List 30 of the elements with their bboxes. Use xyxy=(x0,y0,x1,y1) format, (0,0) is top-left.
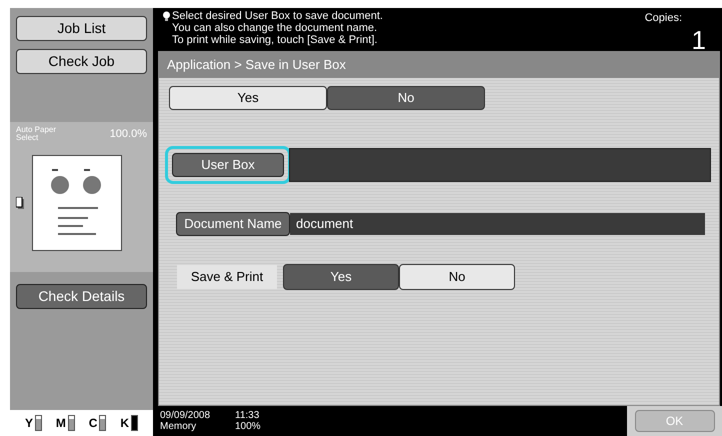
option-button[interactable]: Yes xyxy=(283,264,399,290)
option-button[interactable]: No xyxy=(399,264,515,290)
zoom-ratio: 100.0% xyxy=(110,127,147,142)
user-box-button[interactable]: User Box xyxy=(172,153,284,177)
save-print-label: Save & Print xyxy=(177,265,277,289)
toner-label: Y xyxy=(24,415,33,432)
breadcrumb-bar: Application > Save in User Box xyxy=(159,52,719,78)
document-name-button[interactable]: Document Name xyxy=(176,212,290,236)
sidebar-button[interactable]: Check Job xyxy=(16,49,147,74)
copies-label: Copies: xyxy=(644,11,683,26)
message-text: Select desired User Box to save document. xyxy=(172,10,383,22)
check-details-button[interactable]: Check Details xyxy=(16,284,147,309)
paper-label: Auto Paper Select xyxy=(16,126,58,142)
message-text: You can also change the document name. xyxy=(172,22,378,34)
copies-count: 1 xyxy=(692,26,706,52)
status-date: 09/09/2008 xyxy=(160,410,212,421)
status-time: 11:33 xyxy=(235,410,260,421)
toner-label: M xyxy=(56,415,66,432)
copy-stack-icon xyxy=(16,196,24,208)
option-button[interactable]: Yes xyxy=(169,86,327,110)
sidebar-button[interactable]: Job List xyxy=(16,16,147,41)
toner-label: C xyxy=(88,415,98,432)
memory-value: 100% xyxy=(235,421,262,432)
toner-label: K xyxy=(120,415,130,432)
message-text: To print while saving, touch [Save & Print]. xyxy=(172,34,378,46)
memory-label: Memory xyxy=(160,421,198,432)
document-name-field[interactable]: document xyxy=(290,213,705,235)
lightbulb-icon xyxy=(162,11,171,21)
user-box-field[interactable] xyxy=(289,148,711,182)
option-button[interactable]: No xyxy=(327,86,485,110)
